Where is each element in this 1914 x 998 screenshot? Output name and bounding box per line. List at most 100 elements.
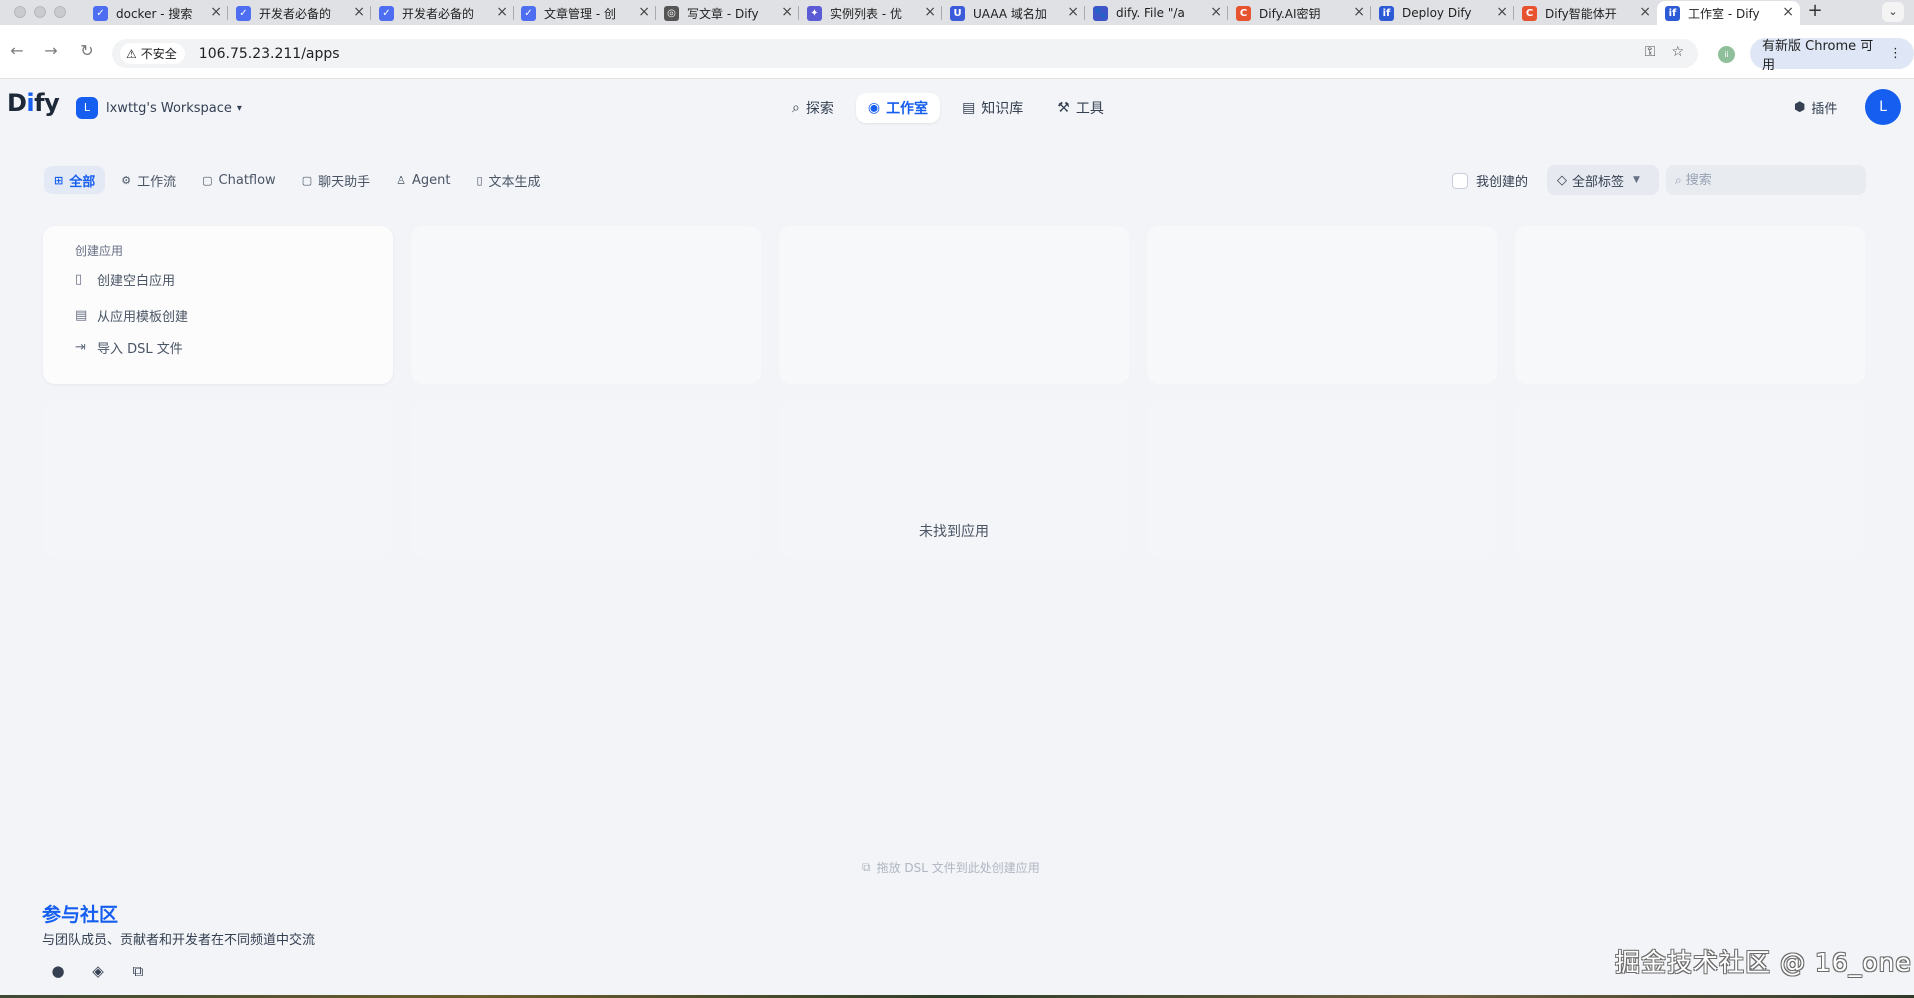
tab-title: Deploy Dify [1402, 6, 1472, 20]
tab-close-icon[interactable]: × [638, 4, 650, 20]
create-app-title: 创建应用 [75, 244, 124, 258]
github-icon[interactable]: ● [48, 962, 68, 982]
nav-item-label: 工具 [1075, 101, 1104, 117]
dsl-drop-hint: ⧉ 拖放 DSL 文件到此处创建应用 [862, 859, 1040, 876]
browser-tab[interactable]: if 工作室 - Dify × [1657, 1, 1800, 25]
forward-button[interactable]: → [40, 41, 62, 60]
browser-tab[interactable]: ✓ 开发者必备的 × [371, 1, 514, 25]
chrome-update-button[interactable]: 有新版 Chrome 可用 ⋮ [1750, 38, 1914, 73]
dify-logo[interactable]: Dify [7, 89, 60, 117]
warning-icon: ⚠ [126, 46, 137, 61]
robot-icon: ◉ [867, 100, 881, 116]
compass-icon: ⌕ [792, 100, 800, 116]
tab-close-icon[interactable]: × [1496, 4, 1508, 20]
community-description: 与团队成员、贡献者和开发者在不同频道中交流 [42, 933, 316, 948]
tab-close-icon[interactable]: × [781, 4, 793, 20]
nav-item[interactable]: ▤ 知识库 [950, 93, 1035, 123]
app-card-placeholder [43, 400, 393, 558]
maximize-window-button[interactable] [54, 6, 66, 18]
app-card-placeholder [411, 400, 761, 558]
tab-title: 写文章 - Dify [687, 6, 759, 21]
tab-title: 开发者必备的 [402, 6, 475, 21]
created-by-me-checkbox[interactable] [1452, 172, 1468, 189]
user-avatar[interactable]: L [1865, 89, 1901, 125]
tag-filter-select[interactable]: ◇ 全部标签 ▼ [1547, 165, 1659, 195]
discord-icon[interactable]: ◈ [88, 962, 108, 982]
created-by-me-label: 我创建的 [1476, 175, 1529, 190]
browser-tab[interactable]: 🐾 dify. File "/a × [1085, 1, 1228, 25]
tab-title: Dify.AI密钥 [1259, 6, 1321, 21]
browser-tab[interactable]: U UAAA 域名加 × [942, 1, 1085, 25]
window-controls[interactable] [14, 6, 66, 18]
browser-tab[interactable]: ◎ 写文章 - Dify × [656, 1, 799, 25]
browser-tab[interactable]: C Dify.AI密钥 × [1228, 1, 1371, 25]
tab-close-icon[interactable]: × [1639, 4, 1651, 20]
tab-close-icon[interactable]: × [1067, 4, 1079, 20]
browser-tab[interactable]: ✓ 开发者必备的 × [228, 1, 371, 25]
tab-close-icon[interactable]: × [1782, 4, 1794, 20]
tab-favicon-icon: ◎ [664, 5, 679, 21]
bookmark-star-icon[interactable]: ☆ [1671, 44, 1684, 60]
plugin-button[interactable]: ⬢ 插件 [1794, 98, 1837, 117]
created-by-me-toggle[interactable]: 我创建的 [1452, 171, 1528, 190]
more-menu-icon: ⋮ [1889, 46, 1902, 61]
filter-chip[interactable]: ▢ Chatflow [192, 166, 286, 194]
tab-close-icon[interactable]: × [496, 4, 508, 20]
close-window-button[interactable] [14, 6, 26, 18]
password-key-icon[interactable]: ⚿ [1645, 44, 1656, 60]
browser-tab[interactable]: if Deploy Dify × [1371, 1, 1514, 25]
filter-chip[interactable]: ▯ 文本生成 [466, 166, 550, 194]
filter-chip[interactable]: ♙ Agent [386, 166, 460, 194]
browser-toolbar: ← → ↻ ⚠ 不安全 106.75.23.211/apps ⚿ ☆ ii 有新… [0, 25, 1914, 79]
filter-chip[interactable]: ⊞ 全部 [44, 166, 106, 194]
filter-chip[interactable]: ▢ 聊天助手 [292, 166, 380, 194]
tab-favicon-icon: if [1379, 5, 1394, 21]
drop-hint-text: 拖放 DSL 文件到此处创建应用 [876, 861, 1040, 875]
create-blank-app-button[interactable]: ▯ 创建空白应用 [75, 270, 175, 289]
tab-close-icon[interactable]: × [1353, 4, 1365, 20]
tab-search-button[interactable]: ⌄ [1882, 2, 1904, 22]
app-type-filters: ⊞ 全部 ⚙ 工作流 ▢ Chatflow ▢ 聊天助手 ♙ Agent ▯ 文本生成 [44, 166, 551, 194]
profile-icon[interactable]: ii [1718, 46, 1735, 63]
browser-tab[interactable]: ✓ 文章管理 - 创 × [513, 1, 656, 25]
create-from-template-button[interactable]: ▤ 从应用模板创建 [75, 306, 188, 325]
security-indicator[interactable]: ⚠ 不安全 [120, 43, 185, 64]
tab-favicon-icon: U [950, 5, 965, 21]
nav-item[interactable]: ◉ 工作室 [855, 93, 941, 123]
tab-favicon-icon: ✓ [93, 5, 108, 21]
app-card-placeholder [1147, 400, 1497, 558]
browser-tab-strip: ✓ docker - 搜索 × ✓ 开发者必备的 × ✓ 开发者必备的 × ✓ 文章管理 - 创 × ◎… [0, 0, 1914, 25]
tab-favicon-icon: C [1236, 5, 1251, 21]
reload-button[interactable]: ↻ [76, 41, 98, 60]
search-box[interactable]: ⌕ [1666, 165, 1866, 195]
browser-tab[interactable]: C Dify智能体开 × [1514, 1, 1657, 25]
filter-chip[interactable]: ⚙ 工作流 [111, 166, 186, 194]
browser-tab[interactable]: ✦ 实例列表 - 优 × [799, 1, 942, 25]
book-icon: ▤ [962, 100, 976, 116]
url-text[interactable]: 106.75.23.211/apps [199, 46, 340, 62]
import-dsl-button[interactable]: ⇥ 导入 DSL 文件 [75, 338, 183, 357]
tab-title: Dify智能体开 [1545, 6, 1617, 21]
browser-tab[interactable]: ✓ docker - 搜索 × [85, 1, 228, 25]
minimize-window-button[interactable] [34, 6, 46, 18]
search-input[interactable] [1685, 172, 1846, 188]
import-dsl-label: 导入 DSL 文件 [97, 342, 183, 357]
back-button[interactable]: ← [6, 41, 28, 60]
create-from-template-label: 从应用模板创建 [97, 310, 189, 325]
tab-close-icon[interactable]: × [1210, 4, 1222, 20]
workspace-selector[interactable]: L lxwttg's Workspace ▾ [76, 97, 242, 119]
forum-icon[interactable]: ⧉ [128, 962, 148, 982]
nav-item[interactable]: ⌕ 探索 [780, 93, 846, 123]
tab-close-icon[interactable]: × [353, 4, 365, 20]
address-bar[interactable]: ⚠ 不安全 106.75.23.211/apps ⚿ ☆ [112, 39, 1698, 68]
tab-close-icon[interactable]: × [210, 4, 222, 20]
tab-favicon-icon: ✓ [379, 5, 394, 21]
new-tab-button[interactable]: + [1803, 0, 1827, 21]
app-header: Dify L lxwttg's Workspace ▾ ⌕ 探索 ◉ 工作室 ▤ 知识库 ⚒… [0, 80, 1914, 136]
tab-close-icon[interactable]: × [924, 4, 936, 20]
blank-file-icon: ▯ [75, 272, 83, 287]
drop-file-icon: ⧉ [862, 860, 871, 874]
cube-icon: ⬢ [1794, 100, 1806, 115]
chevron-down-icon: ▾ [236, 102, 242, 114]
nav-item[interactable]: ⚒ 工具 [1045, 93, 1116, 123]
